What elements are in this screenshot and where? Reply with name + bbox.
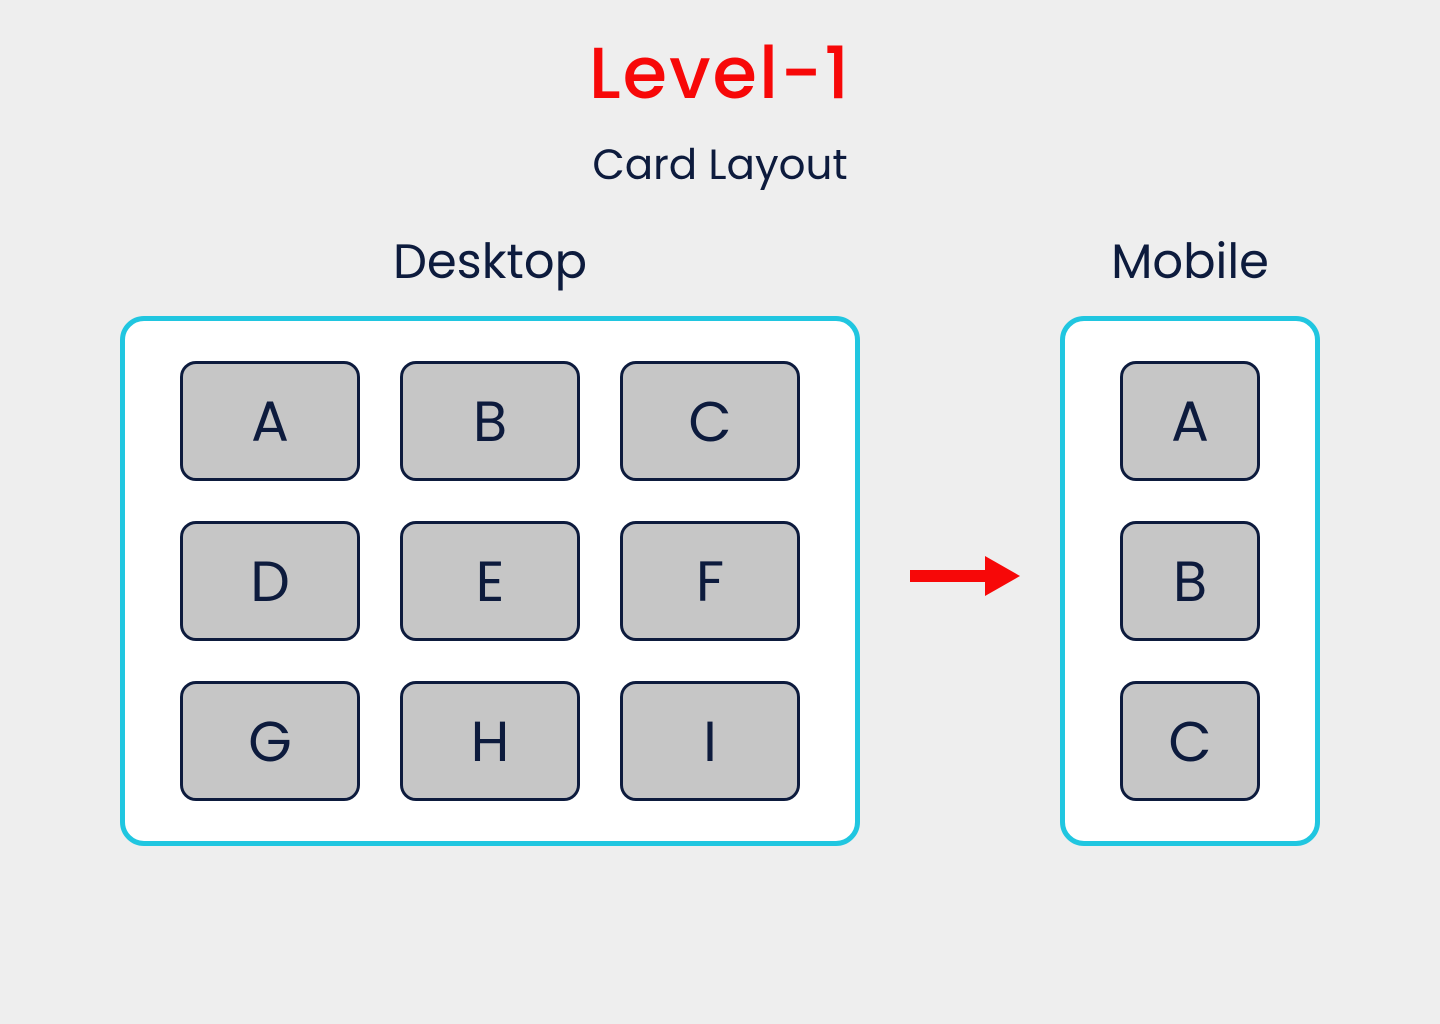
mobile-card-c: C <box>1120 681 1260 801</box>
card-h: H <box>400 681 580 801</box>
card-e: E <box>400 521 580 641</box>
page-subtitle: Card Layout <box>40 133 1400 196</box>
card-a: A <box>180 361 360 481</box>
header: Level-1 Card Layout <box>40 20 1400 196</box>
mobile-label: Mobile <box>1111 226 1269 298</box>
card-g: G <box>180 681 360 801</box>
mobile-frame: A B C <box>1060 316 1320 846</box>
desktop-section: Desktop A B C D E F G H I <box>120 226 860 846</box>
mobile-card-b: B <box>1120 521 1260 641</box>
card-b: B <box>400 361 580 481</box>
desktop-label: Desktop <box>393 226 587 298</box>
layouts-container: Desktop A B C D E F G H I Mobile A <box>40 226 1400 846</box>
card-i: I <box>620 681 800 801</box>
mobile-section: Mobile A B C <box>1060 226 1320 846</box>
mobile-grid: A B C <box>1120 361 1260 801</box>
page-title: Level-1 <box>40 20 1400 128</box>
card-c: C <box>620 361 800 481</box>
card-f: F <box>620 521 800 641</box>
arrow-icon <box>900 546 1020 606</box>
desktop-frame: A B C D E F G H I <box>120 316 860 846</box>
mobile-card-a: A <box>1120 361 1260 481</box>
desktop-grid: A B C D E F G H I <box>180 361 800 801</box>
card-d: D <box>180 521 360 641</box>
